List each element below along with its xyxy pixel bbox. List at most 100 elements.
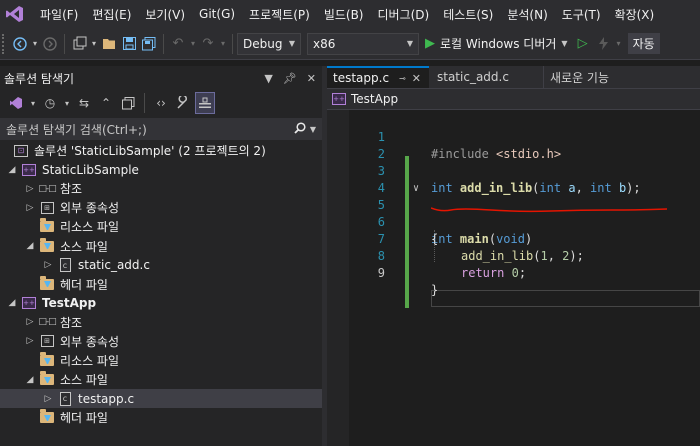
tree-item-external-dependencies[interactable]: ▷ ⊞ 외부 종속성 bbox=[0, 332, 322, 351]
external-dependencies-icon: ⊞ bbox=[40, 335, 54, 348]
tree-item-resource-files[interactable]: 리소스 파일 bbox=[0, 217, 322, 236]
collapsed-arrow-icon[interactable]: ▷ bbox=[22, 336, 38, 346]
menu-build[interactable]: 빌드(B) bbox=[317, 6, 371, 23]
search-input[interactable]: 솔루션 탐색기 검색(Ctrl+;) bbox=[6, 121, 147, 138]
chevron-down-icon[interactable]: ▾ bbox=[218, 33, 228, 55]
tree-item-static-add-c[interactable]: ▷ c static_add.c bbox=[0, 256, 322, 275]
tab-testapp-c[interactable]: testapp.c ⊸ ✕ bbox=[327, 66, 429, 88]
collapsed-arrow-icon[interactable]: ▷ bbox=[22, 203, 38, 213]
tree-item-external-dependencies[interactable]: ▷ ⊞ 외부 종속성 bbox=[0, 198, 322, 217]
switch-views-icon[interactable] bbox=[6, 92, 26, 114]
expanded-arrow-icon[interactable]: ◢ bbox=[22, 375, 38, 385]
tree-item-solution[interactable]: ⊡ 솔루션 'StaticLibSample' (2 프로젝트의 2) bbox=[0, 141, 322, 160]
toolbar-separator bbox=[144, 93, 145, 113]
expanded-arrow-icon[interactable]: ◢ bbox=[4, 165, 20, 175]
close-icon[interactable]: ✕ bbox=[307, 72, 316, 85]
chevron-down-icon[interactable]: ▾ bbox=[30, 33, 40, 55]
sync-with-active-document-icon[interactable]: ⇆ bbox=[74, 92, 94, 114]
pin-tab-icon[interactable]: ⊸ bbox=[399, 74, 406, 83]
chevron-down-icon[interactable]: ▾ bbox=[89, 33, 99, 55]
menu-analyze[interactable]: 분석(N) bbox=[500, 6, 554, 23]
tree-item-project-testapp[interactable]: ◢ ++ TestApp bbox=[0, 294, 322, 313]
start-debugging-button[interactable]: ▶ 로컬 Windows 디버거 ▼ bbox=[425, 35, 568, 52]
collapsed-arrow-icon[interactable]: ▷ bbox=[40, 394, 56, 404]
solution-explorer-search[interactable]: 솔루션 탐색기 검색(Ctrl+;) ▼ bbox=[0, 118, 322, 140]
code-line: 2 bbox=[349, 129, 700, 161]
tree-item-header-files[interactable]: 헤더 파일 bbox=[0, 408, 322, 427]
redo-icon[interactable]: ↷ bbox=[198, 33, 218, 55]
undo-icon[interactable]: ↶ bbox=[168, 33, 188, 55]
tab-label: 새로운 기능 bbox=[550, 70, 610, 85]
tree-item-resource-files[interactable]: 리소스 파일 bbox=[0, 351, 322, 370]
tree-item-source-files[interactable]: ◢ 소스 파일 bbox=[0, 236, 322, 255]
chevron-down-icon[interactable]: ▾ bbox=[188, 33, 198, 55]
tree-item-label: 솔루션 'StaticLibSample' (2 프로젝트의 2) bbox=[34, 144, 266, 159]
chevron-down-icon: ▼ bbox=[406, 39, 413, 48]
code-area[interactable]: 1 #include <stdio.h> 2 3 int add_in_lib(… bbox=[327, 110, 700, 446]
collapse-all-icon[interactable]: ⌃ bbox=[96, 92, 116, 114]
collapsed-arrow-icon[interactable]: ▷ bbox=[22, 317, 38, 327]
tab-whats-new[interactable]: 새로운 기능 bbox=[543, 66, 655, 88]
current-line-highlight bbox=[431, 290, 700, 307]
chevron-down-icon[interactable]: ▾ bbox=[614, 33, 624, 55]
close-tab-icon[interactable]: ✕ bbox=[412, 72, 421, 85]
menu-tools[interactable]: 도구(T) bbox=[555, 6, 608, 23]
window-position-icon[interactable]: ▼ bbox=[264, 72, 272, 85]
tree-item-header-files[interactable]: 헤더 파일 bbox=[0, 275, 322, 294]
menu-test[interactable]: 테스트(S) bbox=[436, 6, 500, 23]
navigation-bar-project[interactable]: ++ TestApp bbox=[327, 88, 700, 110]
search-icon[interactable] bbox=[294, 121, 306, 137]
preview-selected-items-icon[interactable] bbox=[195, 92, 215, 114]
menu-edit[interactable]: 편집(E) bbox=[85, 6, 138, 23]
save-icon[interactable] bbox=[119, 33, 139, 55]
new-project-icon[interactable] bbox=[69, 33, 89, 55]
pin-icon[interactable]: 📌︎ bbox=[283, 72, 297, 85]
references-icon: □-□ bbox=[38, 317, 56, 328]
solution-explorer-panel: 솔루션 탐색기 ▼ 📌︎ ✕ ▾ ◷ ▾ ⇆ ⌃ ‹› 솔루션 탐색기 검색(C… bbox=[0, 66, 322, 446]
solution-platform-select[interactable]: x86 ▼ bbox=[307, 32, 419, 55]
visual-studio-logo-icon[interactable] bbox=[3, 2, 27, 26]
menu-git[interactable]: Git(G) bbox=[192, 7, 242, 21]
start-without-debugging-icon[interactable]: ▷ bbox=[572, 33, 594, 55]
solution-explorer-header: 솔루션 탐색기 ▼ 📌︎ ✕ bbox=[0, 66, 322, 91]
navigation-project-label: TestApp bbox=[351, 92, 399, 106]
menu-view[interactable]: 보기(V) bbox=[138, 6, 192, 23]
collapse-region-icon[interactable]: ∨ bbox=[413, 180, 419, 197]
menu-project[interactable]: 프로젝트(P) bbox=[242, 6, 317, 23]
chevron-down-icon[interactable]: ▼ bbox=[561, 39, 567, 48]
menu-debug[interactable]: 디버그(D) bbox=[371, 6, 437, 23]
chevron-down-icon[interactable]: ▼ bbox=[310, 125, 316, 134]
tree-item-source-files[interactable]: ◢ 소스 파일 bbox=[0, 370, 322, 389]
menu-extensions[interactable]: 확장(X) bbox=[608, 6, 662, 23]
tree-item-testapp-c[interactable]: ▷ c testapp.c bbox=[0, 389, 322, 409]
navigate-forward-icon[interactable] bbox=[40, 33, 60, 55]
expanded-arrow-icon[interactable]: ◢ bbox=[4, 298, 20, 308]
play-icon: ▶ bbox=[425, 36, 435, 51]
chevron-down-icon[interactable]: ▾ bbox=[28, 92, 38, 114]
pending-changes-filter-icon[interactable]: ◷ bbox=[40, 92, 60, 114]
tree-item-project-staticlibsample[interactable]: ◢ ++ StaticLibSample bbox=[0, 160, 322, 179]
navigate-back-icon[interactable] bbox=[10, 33, 30, 55]
collapsed-arrow-icon[interactable]: ▷ bbox=[22, 184, 38, 194]
tree-item-label: 리소스 파일 bbox=[60, 220, 120, 235]
tree-item-label: 참조 bbox=[60, 315, 83, 330]
expanded-arrow-icon[interactable]: ◢ bbox=[22, 241, 38, 251]
collapsed-arrow-icon[interactable]: ▷ bbox=[40, 260, 56, 270]
properties-wrench-icon[interactable] bbox=[173, 92, 193, 114]
menu-file[interactable]: 파일(F) bbox=[33, 6, 85, 23]
chevron-down-icon[interactable]: ▾ bbox=[62, 92, 72, 114]
solution-explorer-title: 솔루션 탐색기 bbox=[4, 72, 75, 86]
solution-configuration-select[interactable]: Debug ▼ bbox=[237, 32, 301, 55]
save-all-icon[interactable] bbox=[139, 33, 159, 55]
code-view-icon[interactable]: ‹› bbox=[151, 92, 171, 114]
open-folder-icon[interactable] bbox=[99, 33, 119, 55]
tree-item-references[interactable]: ▷ □-□ 참조 bbox=[0, 179, 322, 198]
autohide-button[interactable]: 자동 bbox=[627, 33, 660, 54]
tab-static-add-c[interactable]: static_add.c bbox=[431, 66, 541, 88]
show-all-files-icon[interactable] bbox=[118, 92, 138, 114]
tree-item-references[interactable]: ▷ □-□ 참조 bbox=[0, 313, 322, 332]
solution-explorer-toolbar: ▾ ◷ ▾ ⇆ ⌃ ‹› bbox=[0, 91, 322, 115]
hot-reload-icon[interactable] bbox=[594, 33, 614, 55]
toolbar-grip[interactable] bbox=[2, 33, 10, 54]
code-line: 3 int add_in_lib(int a, int b); bbox=[349, 146, 700, 195]
